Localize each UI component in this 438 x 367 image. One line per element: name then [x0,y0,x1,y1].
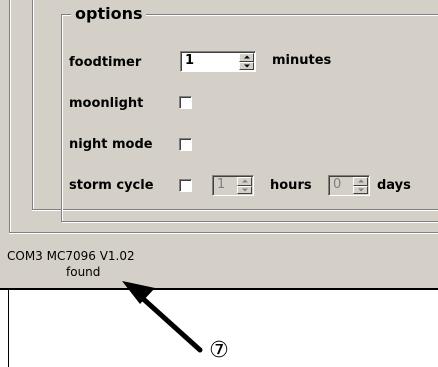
pointer-arrow-icon [122,281,203,353]
callout-number: ⑦ [209,338,229,363]
